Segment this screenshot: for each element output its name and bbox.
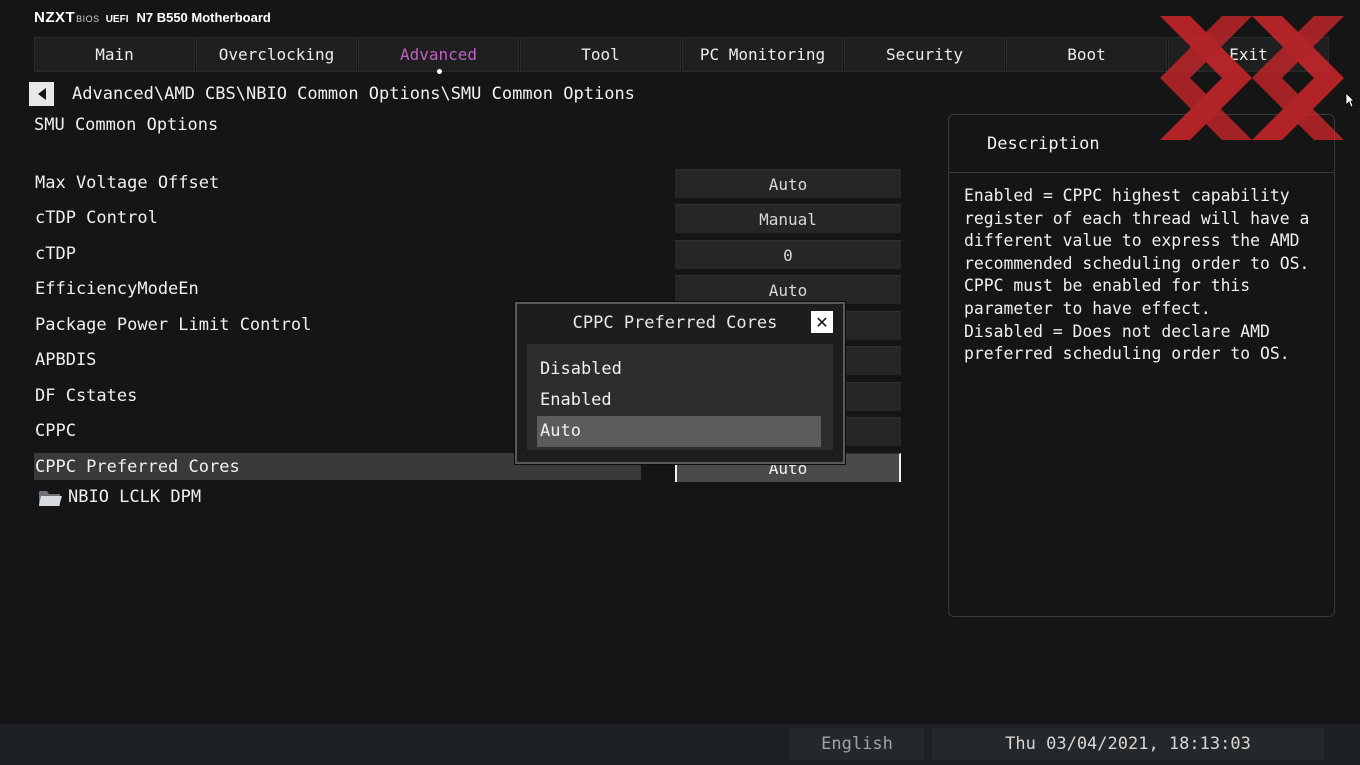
bios-screen: NZXT BIOS UEFI N7 B550 Motherboard Main … bbox=[0, 0, 1360, 765]
main-tab-bar: Main Overclocking Advanced Tool PC Monit… bbox=[34, 37, 1330, 74]
setting-label-df-cstates[interactable]: DF Cstates bbox=[35, 383, 137, 409]
page-title: SMU Common Options bbox=[34, 115, 219, 135]
tab-security[interactable]: Security bbox=[844, 37, 1005, 72]
popup-option-list: Disabled Enabled Auto bbox=[527, 344, 833, 450]
submenu-nbio-lclk-dpm[interactable]: NBIO LCLK DPM bbox=[68, 487, 201, 507]
description-text: Enabled = CPPC highest capability regist… bbox=[964, 186, 1310, 364]
setting-label-max-voltage-offset[interactable]: Max Voltage Offset bbox=[35, 170, 219, 196]
tab-pc-monitoring[interactable]: PC Monitoring bbox=[682, 37, 843, 72]
setting-value-efficiency-mode[interactable]: Auto bbox=[675, 275, 901, 304]
mouse-cursor-icon bbox=[1345, 92, 1355, 108]
motherboard-model: N7 B550 Motherboard bbox=[136, 10, 271, 25]
brand-bios-label: BIOS bbox=[76, 14, 100, 24]
tab-overclocking[interactable]: Overclocking bbox=[196, 37, 357, 72]
cppc-preferred-cores-popup: CPPC Preferred Cores ✕ Disabled Enabled … bbox=[515, 302, 845, 464]
language-selector[interactable]: English bbox=[790, 728, 924, 760]
setting-value-ctdp[interactable]: 0 bbox=[675, 240, 901, 269]
option-enabled[interactable]: Enabled bbox=[537, 385, 821, 416]
setting-label-ctdp-control[interactable]: cTDP Control bbox=[35, 205, 158, 231]
tab-tool[interactable]: Tool bbox=[520, 37, 681, 72]
setting-label-cppc-preferred-cores[interactable]: CPPC Preferred Cores bbox=[35, 454, 240, 480]
popup-title: CPPC Preferred Cores bbox=[572, 313, 778, 333]
setting-value-max-voltage-offset[interactable]: Auto bbox=[675, 169, 901, 198]
setting-label-cppc[interactable]: CPPC bbox=[35, 418, 76, 444]
tab-boot[interactable]: Boot bbox=[1006, 37, 1167, 72]
brand-logo: NZXT bbox=[34, 9, 76, 26]
xx-watermark-logo bbox=[1160, 16, 1344, 140]
option-disabled[interactable]: Disabled bbox=[537, 354, 821, 385]
option-auto[interactable]: Auto bbox=[537, 416, 821, 447]
breadcrumb: Advanced\AMD CBS\NBIO Common Options\SMU… bbox=[72, 84, 635, 104]
folder-icon bbox=[39, 491, 62, 506]
brand-uefi-label: UEFI bbox=[105, 14, 129, 25]
back-arrow-icon bbox=[37, 88, 46, 100]
back-button[interactable] bbox=[29, 82, 54, 106]
setting-label-ctdp[interactable]: cTDP bbox=[35, 241, 76, 267]
tab-advanced[interactable]: Advanced bbox=[358, 37, 519, 74]
close-icon[interactable]: ✕ bbox=[811, 311, 833, 333]
setting-label-apbdis[interactable]: APBDIS bbox=[35, 347, 96, 373]
setting-label-efficiency-mode[interactable]: EfficiencyModeEn bbox=[35, 276, 199, 302]
date-time-display: Thu 03/04/2021, 18:13:03 bbox=[932, 728, 1324, 760]
setting-label-package-power-limit[interactable]: Package Power Limit Control bbox=[35, 312, 311, 338]
setting-value-ctdp-control[interactable]: Manual bbox=[675, 204, 901, 233]
description-panel: Description Enabled = CPPC highest capab… bbox=[948, 114, 1335, 617]
brand-header: NZXT BIOS UEFI N7 B550 Motherboard bbox=[34, 9, 271, 26]
tab-main[interactable]: Main bbox=[34, 37, 195, 72]
